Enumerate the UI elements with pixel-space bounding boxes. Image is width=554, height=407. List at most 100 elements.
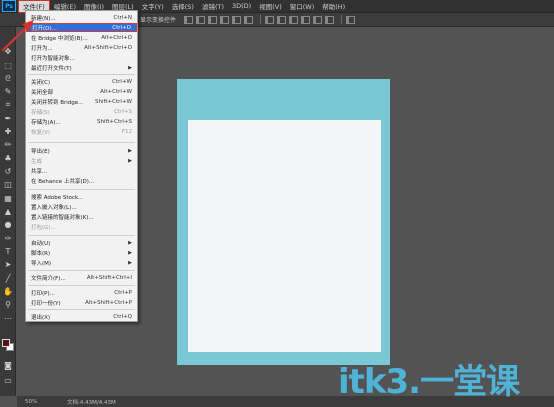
brush-icon[interactable]: ✏ bbox=[3, 140, 13, 150]
menu-item-shortcut: Alt+Ctrl+W bbox=[100, 88, 132, 95]
menu-select[interactable]: 选择(S) bbox=[168, 0, 198, 13]
distribute-left-icon[interactable] bbox=[301, 15, 311, 24]
menu-item-share[interactable]: 共享... bbox=[26, 166, 137, 175]
foreground-color-swatch[interactable] bbox=[2, 339, 10, 347]
pen-icon[interactable]: ✑ bbox=[3, 234, 13, 244]
document-canvas[interactable] bbox=[177, 79, 390, 365]
menu-item-shortcut: Ctrl+N bbox=[113, 14, 132, 21]
menu-item-generate[interactable]: 生成 ▶ bbox=[26, 156, 137, 165]
distribute-right-icon[interactable] bbox=[325, 15, 335, 24]
menu-divider bbox=[28, 189, 135, 190]
menu-item-save-as[interactable]: 存储为(A)... Shift+Ctrl+S bbox=[26, 117, 137, 126]
menu-item-label: 打开为... bbox=[31, 45, 53, 52]
menu-item-close-all[interactable]: 关闭全部 Alt+Ctrl+W bbox=[26, 87, 137, 96]
lasso-icon[interactable]: ᘓ bbox=[3, 74, 13, 84]
menu-item-scripts[interactable]: 脚本(R) ▶ bbox=[26, 248, 137, 257]
healing-brush-icon[interactable]: ✚ bbox=[3, 127, 13, 137]
menu-item-label: 打开(O)... bbox=[32, 25, 57, 32]
menu-filter[interactable]: 滤镜(T) bbox=[198, 0, 228, 13]
menu-divider bbox=[28, 309, 135, 310]
menu-help[interactable]: 帮助(H) bbox=[318, 0, 349, 13]
menu-item-close-go-bridge[interactable]: 关闭并转到 Bridge... Shift+Ctrl+W bbox=[26, 97, 137, 106]
menu-item-label: 新建(N)... bbox=[31, 15, 56, 22]
quick-mask-icon[interactable]: ◙ bbox=[3, 361, 13, 371]
document-info: 文档:4.43M/4.43M bbox=[67, 399, 116, 406]
type-icon[interactable]: T bbox=[3, 247, 13, 257]
options-divider bbox=[260, 15, 262, 24]
menu-item-revert[interactable]: 恢复(V) F12 bbox=[26, 127, 137, 136]
distribute-top-icon[interactable] bbox=[265, 15, 275, 24]
menu-item-open-as[interactable]: 打开为... Alt+Shift+Ctrl+O bbox=[26, 43, 137, 52]
menu-type[interactable]: 文字(Y) bbox=[138, 0, 168, 13]
align-top-icon[interactable] bbox=[184, 15, 194, 24]
menu-item-exit[interactable]: 退出(X) Ctrl+Q bbox=[26, 312, 137, 321]
distribute-vcenter-icon[interactable] bbox=[277, 15, 287, 24]
submenu-arrow-icon: ▶ bbox=[128, 64, 132, 71]
align-bottom-icon[interactable] bbox=[208, 15, 218, 24]
menu-item-shortcut: Ctrl+S bbox=[114, 108, 132, 115]
menu-item-open-recent[interactable]: 最近打开文件(T) ▶ bbox=[26, 63, 137, 72]
path-select-icon[interactable]: ➤ bbox=[3, 260, 13, 270]
menu-item-label: 导入(M) bbox=[31, 260, 52, 267]
crop-icon[interactable]: ⌗ bbox=[3, 100, 13, 110]
quick-select-icon[interactable]: ✎ bbox=[3, 87, 13, 97]
menu-item-package[interactable]: 打包(G)... bbox=[26, 222, 137, 231]
menu-item-label: 导出(E) bbox=[31, 148, 50, 155]
history-brush-icon[interactable]: ↺ bbox=[3, 167, 13, 177]
auto-align-layers-icon[interactable] bbox=[346, 15, 356, 24]
menu-item-shortcut: F12 bbox=[121, 128, 132, 135]
document-inner-panel bbox=[188, 120, 381, 352]
align-left-icon[interactable] bbox=[220, 15, 230, 24]
eraser-icon[interactable]: ◫ bbox=[3, 180, 13, 190]
menu-item-print[interactable]: 打印(P)... Ctrl+P bbox=[26, 288, 137, 297]
zoom-icon[interactable]: ⚲ bbox=[3, 300, 13, 310]
menu-item-open[interactable]: 打开(O)... Ctrl+O bbox=[26, 23, 137, 32]
clone-stamp-icon[interactable]: ♣ bbox=[3, 154, 13, 164]
more-tools-icon[interactable]: ⋯ bbox=[3, 314, 13, 324]
menu-item-label: 在 Behance 上共享(D)... bbox=[31, 178, 95, 185]
submenu-arrow-icon: ▶ bbox=[128, 249, 132, 256]
blur-icon[interactable]: ▲ bbox=[3, 207, 13, 217]
align-hcenter-icon[interactable] bbox=[232, 15, 242, 24]
zoom-level[interactable]: 50% bbox=[17, 399, 67, 405]
menu-item-new[interactable]: 新建(N)... Ctrl+N bbox=[26, 13, 137, 22]
submenu-arrow-icon: ▶ bbox=[128, 259, 132, 266]
menu-3d[interactable]: 3D(D) bbox=[228, 0, 255, 13]
menu-item-share-behance[interactable]: 在 Behance 上共享(D)... bbox=[26, 176, 137, 185]
dodge-icon[interactable]: ● bbox=[3, 220, 13, 230]
menu-item-shortcut: Ctrl+W bbox=[112, 78, 132, 85]
gradient-icon[interactable]: ▦ bbox=[3, 194, 13, 204]
menu-view[interactable]: 视图(V) bbox=[255, 0, 286, 13]
menu-item-shortcut: Alt+Shift+Ctrl+P bbox=[85, 299, 132, 306]
screen-mode-icon[interactable]: ▭ bbox=[3, 376, 13, 386]
menu-window[interactable]: 窗口(W) bbox=[286, 0, 319, 13]
menu-item-shortcut: Shift+Ctrl+W bbox=[95, 98, 132, 105]
menu-item-open-smart-object[interactable]: 打开为智能对象... bbox=[26, 53, 137, 62]
menu-item-place-embedded[interactable]: 置入嵌入对象(L)... bbox=[26, 202, 137, 211]
menu-item-shortcut: Ctrl+P bbox=[114, 289, 132, 296]
distribute-hcenter-icon[interactable] bbox=[313, 15, 323, 24]
shape-icon[interactable]: ╱ bbox=[3, 274, 13, 284]
align-right-icon[interactable] bbox=[244, 15, 254, 24]
marquee-icon[interactable]: ⬚ bbox=[3, 61, 13, 71]
photoshop-logo-icon: Ps bbox=[2, 0, 16, 12]
menu-item-file-info[interactable]: 文件简介(F)... Alt+Shift+Ctrl+I bbox=[26, 273, 137, 282]
menu-item-search-stock[interactable]: 搜索 Adobe Stock... bbox=[26, 192, 137, 201]
move-icon[interactable]: ✥ bbox=[3, 47, 13, 57]
show-transform-controls-label[interactable]: 显示变换控件 bbox=[140, 15, 176, 24]
menu-item-label: 置入链接的智能对象(K)... bbox=[31, 214, 94, 221]
menu-item-label: 最近打开文件(T) bbox=[31, 65, 72, 72]
menu-item-label: 共享... bbox=[31, 168, 48, 175]
distribute-bottom-icon[interactable] bbox=[289, 15, 299, 24]
menu-item-browse-bridge[interactable]: 在 Bridge 中浏览(B)... Alt+Ctrl+O bbox=[26, 33, 137, 42]
hand-icon[interactable]: ✋ bbox=[3, 287, 13, 297]
menu-item-place-linked[interactable]: 置入链接的智能对象(K)... bbox=[26, 212, 137, 221]
menu-item-close[interactable]: 关闭(C) Ctrl+W bbox=[26, 77, 137, 86]
menu-item-print-one[interactable]: 打印一份(Y) Alt+Shift+Ctrl+P bbox=[26, 298, 137, 307]
menu-item-export[interactable]: 导出(E) ▶ bbox=[26, 146, 137, 155]
eyedropper-icon[interactable]: ✒ bbox=[3, 114, 13, 124]
menu-item-save[interactable]: 存储(S) Ctrl+S bbox=[26, 107, 137, 116]
align-vcenter-icon[interactable] bbox=[196, 15, 206, 24]
menu-item-import[interactable]: 导入(M) ▶ bbox=[26, 258, 137, 267]
menu-item-automate[interactable]: 自动(U) ▶ bbox=[26, 238, 137, 247]
